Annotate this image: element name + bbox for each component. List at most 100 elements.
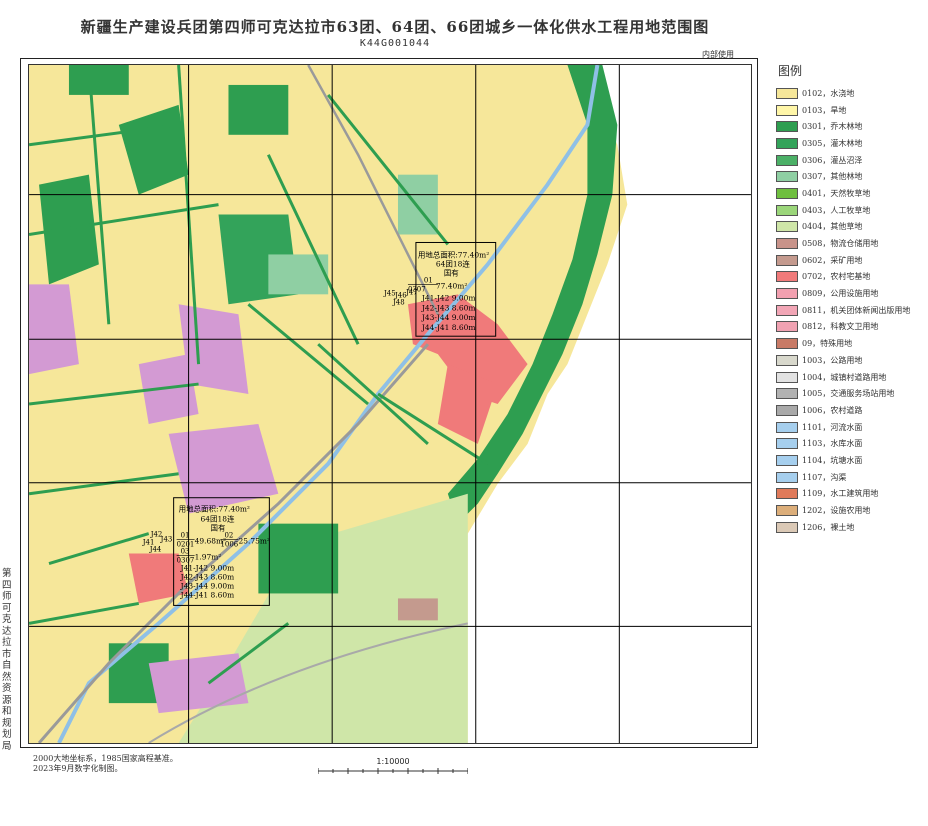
legend-swatch: [776, 137, 798, 149]
forest-block: [258, 523, 339, 594]
legend-swatch: [776, 338, 798, 350]
legend-label: 1109，水工建筑用地: [802, 489, 879, 499]
legend-title: 图例: [778, 64, 803, 78]
legend-item: 0103，旱地: [776, 102, 926, 119]
legend-swatch: [776, 238, 798, 250]
legend-swatch: [776, 454, 798, 466]
legend-item: 0401，天然牧草地: [776, 185, 926, 202]
legend-label: 1104，坑塘水面: [802, 455, 863, 465]
legend-item: 1101，河流水面: [776, 419, 926, 436]
legend-label: 0301，乔木林地: [802, 122, 863, 132]
legend-item: 1202，设施农用地: [776, 502, 926, 519]
legend-item: 1109，水工建筑用地: [776, 486, 926, 503]
legend-label: 1006，农村道路: [802, 405, 863, 415]
legend-item: 0812，科教文卫用地: [776, 319, 926, 336]
legend-label: 1202，设施农用地: [802, 506, 871, 516]
legend-swatch: [776, 521, 798, 533]
legend-label: 1103，水库水面: [802, 439, 863, 449]
legend-swatch: [776, 471, 798, 483]
legend-item: 0305，灌木林地: [776, 135, 926, 152]
legend-label: 0103，旱地: [802, 105, 847, 115]
legend-swatch: [776, 388, 798, 400]
legend-item: 1107，沟渠: [776, 469, 926, 486]
legend-swatch: [776, 288, 798, 300]
legend-label: 0306，灌丛沼泽: [802, 155, 863, 165]
legend-item: 1003，公路用地: [776, 352, 926, 369]
legend-swatch: [776, 438, 798, 450]
land-use-map[interactable]: 用地总面积:77.40m² 64团18连 国有 01 0307 77.40m² …: [28, 64, 752, 744]
legend-item: 0301，乔木林地: [776, 118, 926, 135]
legend-item: 0306，灌丛沼泽: [776, 152, 926, 169]
legend-swatch: [776, 271, 798, 283]
forest-block: [68, 65, 129, 95]
legend-swatch: [776, 404, 798, 416]
legend-label: 1206，裸土地: [802, 522, 855, 532]
parcel-code: 01: [181, 532, 190, 540]
legend-label: 0508，物流仓储用地: [802, 239, 879, 249]
legend-swatch: [776, 304, 798, 316]
legend-item: 1006，农村道路: [776, 402, 926, 419]
point-label: J44: [149, 546, 162, 554]
lower-total-area: 用地总面积:77.40m²: [179, 504, 250, 514]
legend-label: 0305，灌木林地: [802, 138, 863, 148]
legend-swatch: [776, 371, 798, 383]
legend-label: 0102，水浇地: [802, 88, 855, 98]
legend-item: 1004，城镇村道路用地: [776, 369, 926, 386]
legend-item: 1206，裸土地: [776, 519, 926, 536]
legend-label: 0307，其他林地: [802, 172, 863, 182]
legend-item: 0602，采矿用地: [776, 252, 926, 269]
legend-label: 1004，城镇村道路用地: [802, 372, 887, 382]
legend-swatch: [776, 354, 798, 366]
legend-label: 0403，人工牧草地: [802, 205, 871, 215]
legend-swatch: [776, 104, 798, 116]
legend-item: 1005，交通服务场站用地: [776, 385, 926, 402]
mining-parcel: [397, 598, 438, 621]
legend-swatch: [776, 87, 798, 99]
legend-label: 1101，河流水面: [802, 422, 863, 432]
legend-swatch: [776, 421, 798, 433]
legend-label: 0404，其他草地: [802, 222, 863, 232]
legend-label: 09，特殊用地: [802, 339, 853, 349]
issuing-authority-label: 第四师可克达拉市自然资源和规划局: [2, 568, 12, 752]
upper-distance: J41-J42 9.00m: [421, 293, 476, 302]
note-line: 2000大地坐标系，1985国家高程基准。: [33, 754, 178, 763]
legend-item: 0403，人工牧草地: [776, 202, 926, 219]
legend-swatch: [776, 121, 798, 133]
parcel-code: 02: [224, 532, 233, 540]
upper-unit: 64团18连: [436, 258, 470, 268]
map-title: 新疆生产建设兵团第四师可克达拉市63团、64团、66团城乡一体化供水工程用地范围…: [80, 18, 710, 36]
legend-item: 0811，机关团体新闻出版用地: [776, 302, 926, 319]
legend-item: 0702，农村宅基地: [776, 269, 926, 286]
legend-item: 09，特殊用地: [776, 335, 926, 352]
point-label: J45: [383, 289, 396, 297]
legend-label: 0702，农村宅基地: [802, 272, 871, 282]
upper-parcel-area: 77.40m²: [436, 281, 467, 290]
legend-item: 1104，坑塘水面: [776, 452, 926, 469]
upper-total-area: 用地总面积:77.40m²: [418, 249, 489, 259]
legend-swatch: [776, 488, 798, 500]
legend-label: 0602，采矿用地: [802, 255, 863, 265]
legend-items: 0102，水浇地 0103，旱地 0301，乔木林地 0305，灌木林地 0306，灌丛…: [776, 85, 926, 536]
legend-label: 0812，科教文卫用地: [802, 322, 879, 332]
parcel-code: 03: [181, 548, 190, 556]
legend-item: 0404，其他草地: [776, 219, 926, 236]
legend-item: 1103，水库水面: [776, 435, 926, 452]
legend-label: 1107，沟渠: [802, 472, 847, 482]
note-line: 2023年9月数字化制图。: [33, 764, 123, 773]
legend-label: 0401，天然牧草地: [802, 188, 871, 198]
legend-item: 0508，物流仓储用地: [776, 235, 926, 252]
lower-distance: J42-J43 8.60m: [180, 572, 235, 581]
legend-swatch: [776, 154, 798, 166]
legend-label: 1005，交通服务场站用地: [802, 389, 895, 399]
point-label: J47: [405, 288, 418, 296]
legend-label: 0809，公用设施用地: [802, 289, 879, 299]
legend-swatch: [776, 187, 798, 199]
lower-distance: J44-J41 8.60m: [180, 590, 235, 599]
lower-unit: 64团18连: [201, 514, 235, 524]
parcel-class: 1006: [220, 541, 238, 549]
legend-label: 0811，机关团体新闻出版用地: [802, 305, 911, 315]
upper-distance: J44-J41 8.60m: [421, 323, 476, 332]
map-legend: 图例 0102，水浇地 0103，旱地 0301，乔木林地 0305，灌木林地 0306…: [776, 62, 926, 536]
lower-ownership: 国有: [211, 523, 226, 533]
map-notes: 2000大地坐标系，1985国家高程基准。 2023年9月数字化制图。: [33, 754, 178, 774]
